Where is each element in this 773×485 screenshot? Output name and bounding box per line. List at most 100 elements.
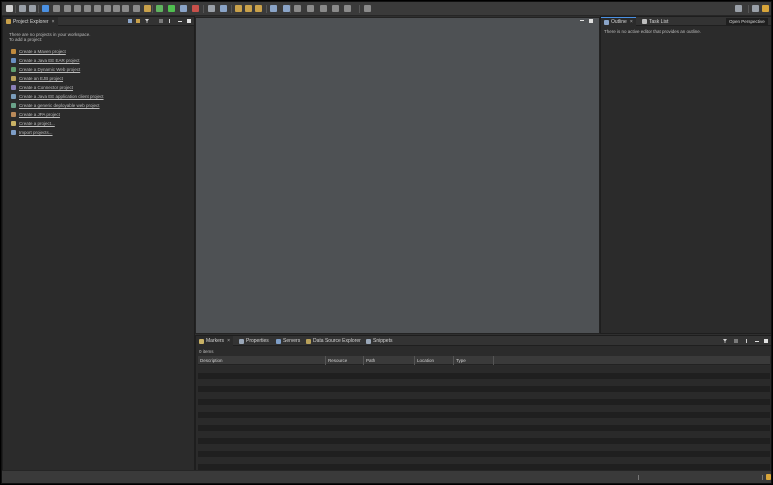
link-editor-icon[interactable] <box>136 19 140 23</box>
tab-snippets[interactable]: Snippets <box>363 336 395 346</box>
tab-data-source-explorer[interactable]: Data Source Explorer <box>303 336 364 346</box>
toolbar-separator <box>203 5 204 13</box>
refresh-icon[interactable] <box>122 5 129 12</box>
tab-task-list[interactable]: Task List <box>639 17 671 26</box>
notification-icon[interactable] <box>766 474 771 480</box>
new-package-icon[interactable] <box>53 5 60 12</box>
back-icon[interactable] <box>64 5 71 12</box>
focus-icon[interactable] <box>734 339 738 343</box>
maximize-icon[interactable] <box>187 19 191 23</box>
create-project-link-label: Create a Dynamic Web project <box>19 66 81 72</box>
maximize-icon[interactable] <box>764 339 768 343</box>
redo-icon[interactable] <box>113 5 120 12</box>
open-folder-icon[interactable] <box>235 5 242 12</box>
forward-nav-icon[interactable] <box>344 5 351 12</box>
create-project-link-label: Create a Maven project <box>19 48 66 54</box>
open-type-icon[interactable] <box>144 5 151 12</box>
create-project-link[interactable]: Create a Java EE application client proj… <box>11 93 104 99</box>
close-icon[interactable]: × <box>52 19 55 25</box>
column-header-type[interactable]: Type <box>454 356 494 365</box>
collapse-all-icon[interactable] <box>128 19 132 23</box>
toolbar-separator <box>152 5 153 13</box>
column-header-resource[interactable]: Resource <box>326 356 364 365</box>
search-icon[interactable] <box>735 5 742 12</box>
project-explorer-tab-label: Project Explorer <box>13 18 49 25</box>
back-nav-icon[interactable] <box>332 5 339 12</box>
editor-area <box>195 17 600 334</box>
ide-window: Project Explorer × There are no projects… <box>1 1 772 484</box>
create-project-link[interactable]: Create a Java EE EAR project <box>11 57 80 63</box>
create-project-link[interactable]: Create a JPA project <box>11 111 60 117</box>
new-project-icon <box>11 120 16 126</box>
save-all-icon[interactable] <box>29 5 36 12</box>
create-project-link[interactable]: Create a project... <box>11 120 55 126</box>
markers-table-header: Description Resource Path Location Type <box>198 356 770 365</box>
column-header-location[interactable]: Location <box>415 356 454 365</box>
column-header-description[interactable]: Description <box>198 356 326 365</box>
toolbar-separator <box>748 5 749 13</box>
coverage-icon[interactable] <box>180 5 187 12</box>
create-project-link[interactable]: Create an EJB project <box>11 75 63 81</box>
outline-tab-label: Outline <box>611 19 627 25</box>
pin-icon[interactable] <box>283 5 290 12</box>
maven-project-icon <box>11 48 16 54</box>
create-project-link-label: Create a generic deployable web project <box>19 102 100 108</box>
external-tools-icon[interactable] <box>192 5 199 12</box>
close-icon[interactable]: × <box>227 338 230 344</box>
open-perspective-icon[interactable] <box>752 5 759 12</box>
bottom-tab-label: Servers <box>283 338 301 344</box>
tab-servers[interactable]: Servers <box>273 336 303 346</box>
create-project-link[interactable]: Create a Dynamic Web project <box>11 66 80 72</box>
focus-icon[interactable] <box>159 19 163 23</box>
deploy-icon[interactable] <box>220 5 227 12</box>
create-project-link-label: Create a project... <box>19 120 55 126</box>
minimize-icon[interactable] <box>755 341 759 342</box>
pin-editor-icon[interactable] <box>364 5 371 12</box>
close-icon[interactable]: × <box>630 19 633 25</box>
edit-icon[interactable] <box>255 5 262 12</box>
java-ee-perspective-icon[interactable] <box>762 5 769 12</box>
run-icon[interactable] <box>168 5 175 12</box>
search-icon[interactable] <box>133 5 140 12</box>
import-projects-icon <box>11 129 16 135</box>
tab-outline[interactable]: Outline × <box>601 17 636 26</box>
filter-icon[interactable] <box>723 339 727 343</box>
column-header-path[interactable]: Path <box>364 356 415 365</box>
create-project-link[interactable]: Import projects... <box>11 129 53 135</box>
tab-project-explorer[interactable]: Project Explorer × <box>3 17 58 26</box>
toolbar-separator <box>38 5 39 13</box>
prev-annotation-icon[interactable] <box>307 5 314 12</box>
create-project-link-label: Create an EJB project <box>19 75 64 81</box>
create-project-link[interactable]: Create a Maven project <box>11 48 66 54</box>
minimize-icon[interactable] <box>178 21 182 22</box>
outline-panel: Outline × Task List There is no active e… <box>600 16 771 334</box>
new-server-icon[interactable] <box>208 5 215 12</box>
undo-icon[interactable] <box>104 5 111 12</box>
toolbar-separator <box>231 5 232 13</box>
open-file-icon[interactable] <box>245 5 252 12</box>
minimize-icon[interactable] <box>580 20 584 21</box>
save-icon[interactable] <box>19 5 26 12</box>
connector-project-icon <box>11 84 16 90</box>
view-menu-icon[interactable] <box>746 339 747 343</box>
next-edit-icon[interactable] <box>320 5 327 12</box>
globe-icon[interactable] <box>270 5 277 12</box>
debug-icon[interactable] <box>156 5 163 12</box>
build-icon[interactable] <box>74 5 81 12</box>
terminal-icon[interactable] <box>42 5 49 12</box>
status-bar <box>2 470 771 483</box>
create-project-link[interactable]: Create a generic deployable web project <box>11 102 100 108</box>
open-perspective-tooltip: Open Perspective <box>726 18 768 26</box>
annotation-icon[interactable] <box>294 5 301 12</box>
project-explorer-tabbar: Project Explorer × <box>3 17 194 26</box>
maximize-icon[interactable] <box>589 19 593 23</box>
new-class-icon[interactable] <box>94 5 101 12</box>
create-project-link[interactable]: Create a Connector project <box>11 84 73 90</box>
view-menu-icon[interactable] <box>169 19 170 23</box>
new-icon[interactable] <box>6 5 13 12</box>
create-project-link-label: Import projects... <box>19 129 53 135</box>
tab-markers[interactable]: Markers × <box>196 336 233 346</box>
skip-icon[interactable] <box>84 5 91 12</box>
tab-properties[interactable]: Properties <box>236 336 272 346</box>
filter-icon[interactable] <box>145 19 149 23</box>
